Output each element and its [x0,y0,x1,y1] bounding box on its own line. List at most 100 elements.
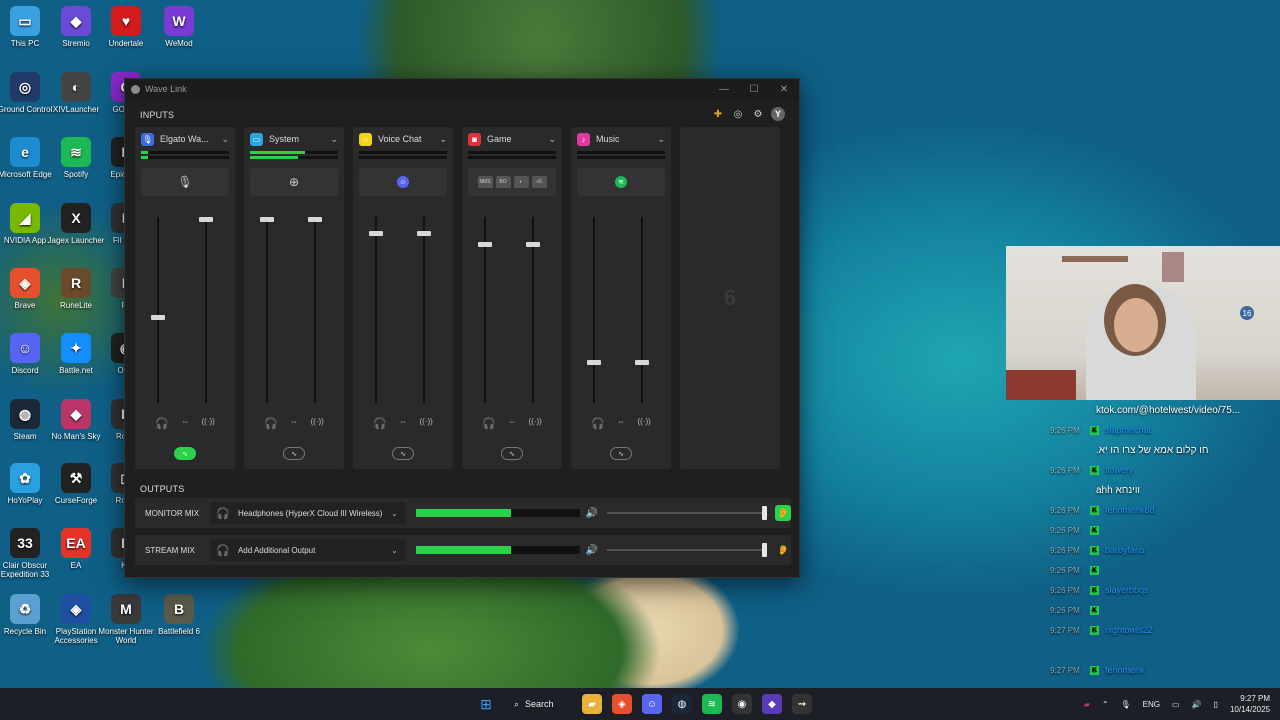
chat-message: ahh ווינחא [1050,480,1280,500]
fader-thumb[interactable] [369,231,383,237]
headphone-icon[interactable]: 🎧 [155,417,169,430]
headset-icon[interactable]: ◎ [731,107,745,121]
stream-icon[interactable]: ((·)) [637,417,650,430]
output-device-select[interactable]: 🎧 Add Additional Output ⌄ [210,539,406,561]
network-icon[interactable]: ▭ [1172,700,1180,709]
fader-thumb[interactable] [587,359,601,365]
desktop-icon[interactable]: W WeMod [148,6,210,48]
speaker-icon[interactable]: 🔊 [586,545,602,556]
headphone-icon[interactable]: 🎧 [373,417,387,430]
language-indicator[interactable]: ENG [1143,700,1160,709]
headphone-icon[interactable]: 🎧 [264,417,278,430]
taskbar-obs-icon[interactable]: ◉ [732,694,752,714]
chat-message: 9:26 PM Kslapthechat [1050,420,1280,440]
output-device-select[interactable]: 🎧 Headphones (HyperX Cloud III Wireless) ⌄ [210,502,406,524]
mix-toggle-button[interactable]: ∿ [283,447,305,460]
chat-message: .חו קלום אמא של צרו הו יא [1050,440,1280,460]
channel-app-strip[interactable]: ☺ [359,168,447,196]
taskbar-file-explorer-icon[interactable]: ▰ [582,694,602,714]
channel-app-strip[interactable]: ≋ [577,168,665,196]
link-icon[interactable]: ⇔ [617,417,625,430]
fader-thumb[interactable] [151,314,165,320]
chevron-down-icon[interactable]: ⌄ [548,134,556,145]
slider-thumb[interactable] [762,506,768,520]
tray-app-icon[interactable]: ▰ [1084,700,1090,709]
speaker-icon[interactable]: 🔊 [586,508,602,519]
close-button[interactable]: ✕ [769,84,799,95]
fader-thumb[interactable] [526,242,540,248]
fader-thumb[interactable] [260,217,274,222]
chevron-down-icon[interactable]: ⌄ [439,134,447,145]
headphone-icon[interactable]: 🎧 [482,417,496,430]
monitor-volume-fader[interactable] [260,217,274,403]
link-icon[interactable]: ⇔ [290,417,298,430]
channel-header[interactable]: ○ Voice Chat ⌄ [353,127,453,151]
fader-thumb[interactable] [417,231,431,237]
settings-icon[interactable]: ⚙ [751,107,765,121]
empty-channel-slot[interactable]: 6 [680,127,780,469]
monitor-volume-fader[interactable] [369,217,383,403]
stream-icon[interactable]: ((·)) [310,417,323,430]
taskbar-stremio-icon[interactable]: ◆ [762,694,782,714]
channel-header[interactable]: ▭ System ⌄ [244,127,344,151]
webcam-badge: 16 [1240,306,1254,320]
link-icon[interactable]: ⇔ [181,417,189,430]
fader-thumb[interactable] [635,359,649,365]
mix-toggle-button[interactable]: ∿ [174,447,196,460]
fader-thumb[interactable] [199,217,213,222]
chat-username: fenomenk88 [1105,505,1155,515]
chevron-down-icon[interactable]: ⌄ [330,134,338,145]
headphone-icon[interactable]: 🎧 [591,417,605,430]
volume-icon[interactable]: 🔊 [1192,700,1202,709]
taskbar-wave-link-icon[interactable]: ⇝ [792,694,812,714]
clock[interactable]: 9:27 PM 10/14/2025 [1230,693,1270,715]
link-icon[interactable]: ⇔ [508,417,516,430]
maximize-button[interactable]: ☐ [739,84,769,95]
taskbar-search[interactable]: ⌕ Search [506,693,572,715]
output-volume-slider[interactable] [607,506,768,520]
monitor-volume-fader[interactable] [587,217,601,403]
channel-header[interactable]: ♪ Music ⌄ [571,127,671,151]
chevron-up-icon[interactable]: ⌃ [1102,700,1109,709]
stream-volume-fader[interactable] [199,217,213,403]
ear-monitor-icon[interactable]: 👂 [775,505,791,521]
chevron-down-icon[interactable]: ⌄ [221,134,229,145]
desktop-icon[interactable]: B Battlefield 6 [148,594,210,636]
monitor-volume-fader[interactable] [151,217,165,403]
battery-icon[interactable]: ▯ [1214,700,1218,709]
start-button[interactable]: ⊞ [476,694,496,714]
channel-header[interactable]: ◙ Game ⌄ [462,127,562,151]
fader-thumb[interactable] [478,242,492,248]
stream-volume-fader[interactable] [417,217,431,403]
taskbar-brave-icon[interactable]: ◈ [612,694,632,714]
avatar[interactable]: Y [771,107,785,121]
slider-thumb[interactable] [762,543,768,557]
stream-icon[interactable]: ((·)) [528,417,541,430]
channel-app-strip[interactable]: 🎙 [141,168,229,196]
mix-toggle-button[interactable]: ∿ [610,447,632,460]
stream-volume-fader[interactable] [526,217,540,403]
ear-monitor-icon[interactable]: 👂 [775,542,791,558]
stream-volume-fader[interactable] [635,217,649,403]
stream-volume-fader[interactable] [308,217,322,403]
mix-toggle-button[interactable]: ∿ [392,447,414,460]
title-bar[interactable]: Wave Link — ☐ ✕ [125,79,799,99]
stream-icon[interactable]: ((·)) [419,417,432,430]
microphone-icon[interactable]: 🎙 [1121,700,1131,709]
fader-thumb[interactable] [308,217,322,222]
chevron-down-icon[interactable]: ⌄ [657,134,665,145]
taskbar-discord-icon[interactable]: ☺ [642,694,662,714]
mix-toggle-button[interactable]: ∿ [501,447,523,460]
channel-app-strip[interactable]: NMS BO ◐ +5 [468,168,556,196]
channel-header[interactable]: 🎙 Elgato Wa... ⌄ [135,127,235,151]
link-icon[interactable]: ⇔ [399,417,407,430]
minimize-button[interactable]: — [709,84,739,95]
output-volume-slider[interactable] [607,543,768,557]
mixer-icon[interactable]: ✚ [711,107,725,121]
stream-icon[interactable]: ((·)) [201,417,214,430]
channel-app-strip[interactable]: ⊕ [250,168,338,196]
taskbar-spotify-icon[interactable]: ≋ [702,694,722,714]
channel-name: Elgato Wa... [160,134,209,144]
monitor-volume-fader[interactable] [478,217,492,403]
taskbar-steam-icon[interactable]: ◍ [672,694,692,714]
